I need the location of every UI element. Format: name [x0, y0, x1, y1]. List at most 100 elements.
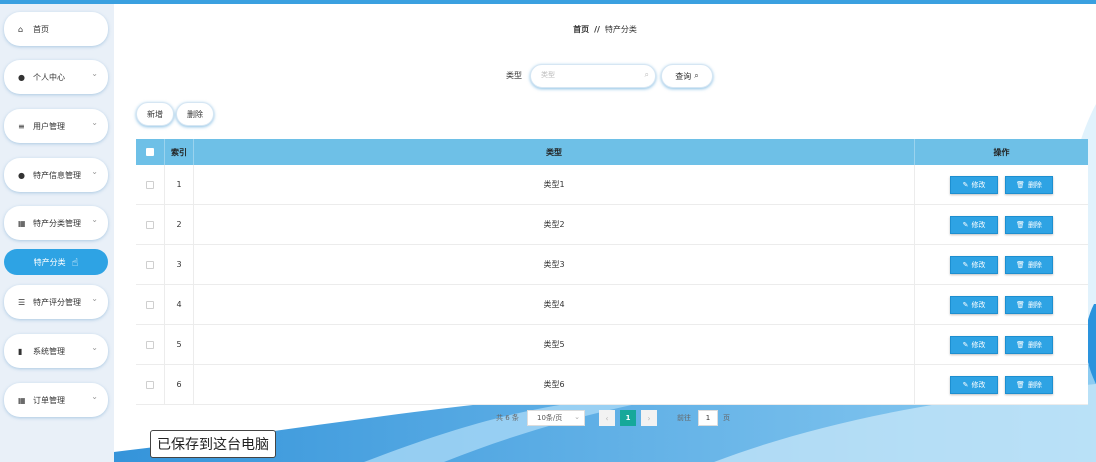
row-index: 6 [165, 365, 194, 404]
breadcrumb-home[interactable]: 首页 [573, 25, 589, 34]
row-checkbox[interactable] [146, 300, 154, 309]
row-index: 2 [165, 205, 194, 244]
edit-icon: ✎ [962, 260, 969, 269]
row-checkbox-cell [136, 205, 165, 244]
trash-icon: 🗑 [1016, 220, 1025, 229]
chevron-down-icon: ⌄ [91, 167, 98, 176]
search-icon: ⌕ [644, 70, 649, 79]
chevron-down-icon: ⌄ [91, 294, 98, 303]
grid-icon: ▦ [18, 218, 26, 228]
sidebar-item-label: 订单管理 [33, 395, 65, 405]
edit-button-label: 修改 [971, 380, 986, 389]
header-checkbox-cell [136, 139, 165, 165]
row-ops: ✎ 修改 🗑 删除 [915, 205, 1088, 244]
edit-button[interactable]: ✎ 修改 [950, 295, 998, 314]
search-box[interactable]: ⌕ [530, 64, 656, 88]
delete-button[interactable]: 🗑 删除 [1005, 215, 1053, 234]
sidebar-subitem-label: 特产分类 [33, 257, 66, 267]
row-checkbox[interactable] [146, 260, 154, 269]
user-icon: ● [18, 72, 25, 82]
sidebar-item-order-management[interactable]: ▦ 订单管理 ⌄ [4, 383, 108, 417]
sidebar-subitem-category[interactable]: 特产分类 ☝ [4, 249, 108, 275]
sidebar-item-system-management[interactable]: ▮ 系统管理 ⌄ [4, 334, 108, 368]
prev-page-button[interactable]: ‹ [599, 410, 615, 426]
row-type: 类型4 [194, 285, 915, 324]
goto-label: 前往 [677, 414, 691, 422]
row-ops: ✎ 修改 🗑 删除 [915, 285, 1088, 324]
page-size-select[interactable]: 10条/页 ⌄ [527, 410, 585, 426]
breadcrumb-current: 特产分类 [604, 25, 637, 34]
table-row: 1 类型1 ✎ 修改 🗑 删除 [136, 165, 1088, 205]
edit-button-label: 修改 [971, 260, 986, 269]
row-ops: ✎ 修改 🗑 删除 [915, 165, 1088, 204]
row-type: 类型3 [194, 245, 915, 284]
edit-button[interactable]: ✎ 修改 [950, 175, 998, 194]
row-checkbox-cell [136, 365, 165, 404]
sidebar-item-category-management[interactable]: ▦ 特产分类管理 ⌄ [4, 206, 108, 240]
edit-button[interactable]: ✎ 修改 [950, 215, 998, 234]
add-button[interactable]: 新增 [136, 102, 174, 126]
edit-button-label: 修改 [971, 300, 986, 309]
delete-button-label: 删除 [1027, 220, 1042, 229]
row-checkbox[interactable] [146, 380, 154, 389]
table-row: 6 类型6 ✎ 修改 🗑 删除 [136, 365, 1088, 405]
row-checkbox-cell [136, 245, 165, 284]
pagination: 共 6 条 10条/页 ⌄ ‹ 1 › 前往 1 页 [114, 409, 1096, 427]
delete-button-label: 删除 [1027, 300, 1042, 309]
save-toast: 已保存到这台电脑 [150, 430, 276, 458]
row-type: 类型1 [194, 165, 915, 204]
data-table: 索引 类型 操作 1 类型1 ✎ 修改 🗑 删除 2 类型2 ✎ 修改 🗑 删除 3 类型3 ✎ 修改 🗑 删除 4… [136, 139, 1088, 405]
edit-icon: ✎ [962, 340, 969, 349]
delete-button-label: 删除 [1027, 260, 1042, 269]
row-type: 类型2 [194, 205, 915, 244]
delete-button[interactable]: 🗑 删除 [1005, 175, 1053, 194]
delete-button[interactable]: 🗑 删除 [1005, 335, 1053, 354]
delete-button-label: 删除 [1027, 180, 1042, 189]
delete-button[interactable]: 🗑 删除 [1005, 255, 1053, 274]
row-index: 4 [165, 285, 194, 324]
user-icon: ● [18, 170, 25, 180]
goto-suffix: 页 [723, 414, 730, 422]
next-page-button[interactable]: › [641, 410, 657, 426]
sidebar-item-user-management[interactable]: ≡ 用户管理 ⌄ [4, 109, 108, 143]
edit-button[interactable]: ✎ 修改 [950, 255, 998, 274]
edit-icon: ✎ [962, 380, 969, 389]
table-row: 4 类型4 ✎ 修改 🗑 删除 [136, 285, 1088, 325]
sidebar-item-personal-center[interactable]: ● 个人中心 ⌄ [4, 60, 108, 94]
batch-delete-button-label: 删除 [187, 109, 203, 119]
chevron-down-icon: ⌄ [91, 392, 98, 401]
row-ops: ✎ 修改 🗑 删除 [915, 325, 1088, 364]
sidebar-item-label: 用户管理 [33, 121, 65, 131]
sidebar-item-product-info[interactable]: ● 特产信息管理 ⌄ [4, 158, 108, 192]
edit-button-label: 修改 [971, 340, 986, 349]
select-all-checkbox[interactable] [146, 148, 154, 156]
trash-icon: 🗑 [1016, 180, 1025, 189]
main-content: 首页//特产分类 类型 ⌕ 查询 ⌕ 新增 删除 索引 类型 操作 1类型1✎修… [114, 4, 1096, 462]
row-checkbox[interactable] [146, 220, 154, 229]
row-index: 3 [165, 245, 194, 284]
chevron-down-icon: ⌄ [91, 118, 98, 127]
edit-button[interactable]: ✎ 修改 [950, 375, 998, 394]
goto-page-input[interactable]: 1 [698, 410, 718, 426]
page-number-current[interactable]: 1 [620, 410, 636, 426]
delete-button[interactable]: 🗑 删除 [1005, 375, 1053, 394]
trash-icon: 🗑 [1016, 340, 1025, 349]
row-checkbox[interactable] [146, 180, 154, 189]
chevron-down-icon: ⌄ [574, 413, 580, 421]
edit-button-label: 修改 [971, 220, 986, 229]
search-icon: ⌕ [694, 71, 699, 80]
edit-button[interactable]: ✎ 修改 [950, 335, 998, 354]
breadcrumb-separator: // [594, 25, 600, 34]
page-size-value: 10条/页 [537, 414, 563, 422]
toast-text: 已保存到这台电脑 [157, 437, 269, 453]
search-input[interactable] [541, 71, 631, 79]
edit-icon: ✎ [962, 300, 969, 309]
sidebar-item-rating-management[interactable]: ☰ 特产评分管理 ⌄ [4, 285, 108, 319]
batch-delete-button[interactable]: 删除 [176, 102, 214, 126]
sidebar-item-label: 特产信息管理 [33, 170, 81, 180]
row-checkbox[interactable] [146, 340, 154, 349]
row-index: 1 [165, 165, 194, 204]
query-button[interactable]: 查询 ⌕ [661, 64, 713, 88]
sidebar-item-home[interactable]: ⌂ 首页 [4, 12, 108, 46]
delete-button[interactable]: 🗑 删除 [1005, 295, 1053, 314]
